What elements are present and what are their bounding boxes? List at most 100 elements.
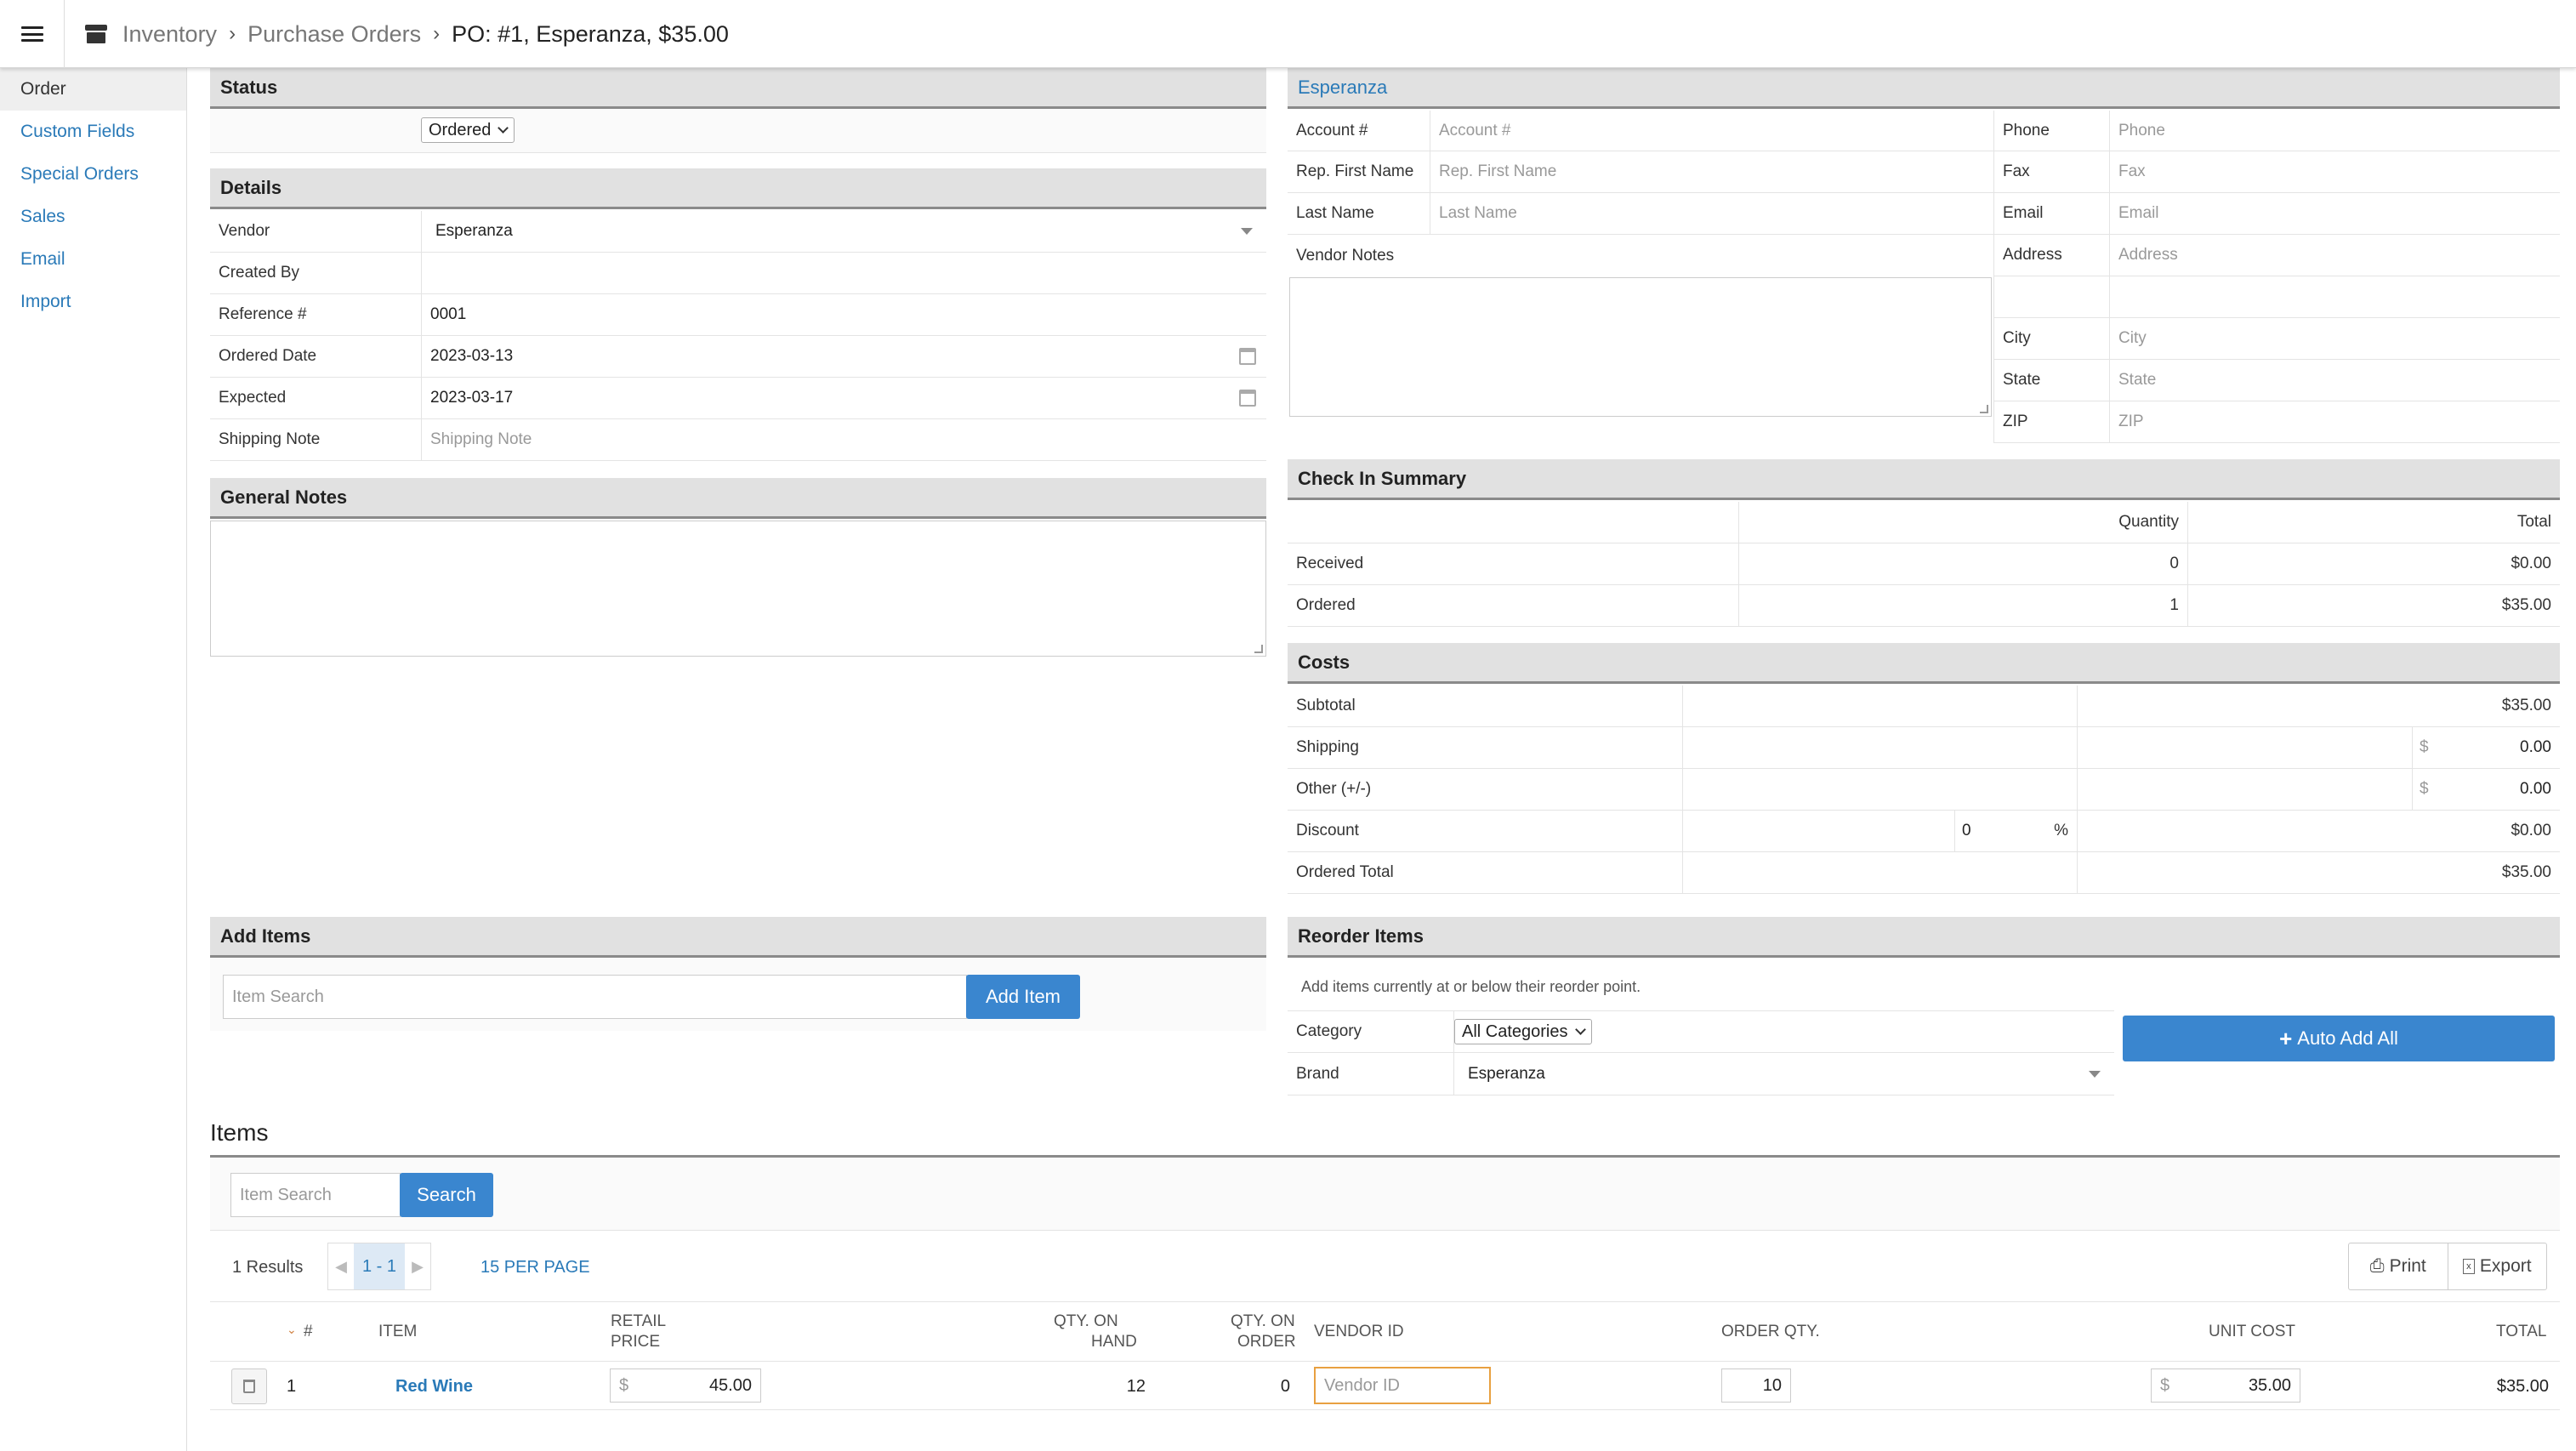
col-retail-2[interactable]: PRICE [611, 1333, 660, 1351]
sort-chevron-icon[interactable]: ⌄ [287, 1323, 297, 1337]
unit-cost-value: 35.00 [2248, 1375, 2291, 1395]
breadcrumb-inventory[interactable]: Inventory [122, 21, 217, 48]
rep-first-name-input[interactable]: Rep. First Name [1430, 151, 1993, 192]
col-qoo-1[interactable]: QTY. ON [1231, 1312, 1295, 1331]
email-input[interactable]: Email [2109, 193, 2560, 234]
brand-value: Esperanza [1468, 1064, 1545, 1083]
col-qoo-2[interactable]: ORDER [1237, 1333, 1296, 1351]
fax-label: Fax [1993, 151, 2109, 192]
export-button[interactable]: x Export [2448, 1243, 2547, 1289]
prev-page-icon[interactable]: ◀ [328, 1243, 354, 1289]
other-input[interactable]: $ 0.00 [2412, 769, 2560, 810]
zip-input[interactable]: ZIP [2109, 401, 2560, 442]
plus-icon: + [2279, 1025, 2293, 1051]
discount-value: $0.00 [2077, 811, 2560, 851]
percent-sign: % [2054, 822, 2068, 839]
fax-input[interactable]: Fax [2109, 151, 2560, 192]
sidebar-item-email[interactable]: Email [0, 238, 186, 281]
city-input[interactable]: City [2109, 318, 2560, 359]
dollar-sign: $ [619, 1375, 629, 1395]
vendor-title[interactable]: Esperanza [1288, 68, 2560, 109]
order-qty-value: 10 [1762, 1375, 1782, 1395]
vendor-select[interactable]: Esperanza [421, 211, 1266, 252]
auto-add-all-button[interactable]: + Auto Add All [2123, 1016, 2555, 1061]
col-qoh-1[interactable]: QTY. ON [1054, 1312, 1118, 1331]
items-search-input[interactable]: Item Search [230, 1173, 401, 1217]
received-qty: 0 [1738, 543, 2187, 584]
sidebar-item-import[interactable]: Import [0, 281, 186, 323]
menu-button[interactable] [0, 0, 65, 68]
expected-date-input[interactable]: 2023-03-17 [421, 378, 1266, 418]
calendar-icon[interactable] [1239, 348, 1256, 365]
unit-cost-input[interactable]: $ 35.00 [2151, 1368, 2300, 1403]
items-search-placeholder: Item Search [240, 1185, 332, 1204]
col-total[interactable]: TOTAL [2496, 1323, 2546, 1341]
sidebar-item-special-orders[interactable]: Special Orders [0, 153, 186, 196]
delete-row-button[interactable] [231, 1368, 267, 1404]
vendor-notes-textarea[interactable] [1289, 277, 1992, 417]
address-input[interactable]: Address [2109, 235, 2560, 276]
print-label: Print [2389, 1256, 2426, 1276]
col-qoh-2[interactable]: HAND [1091, 1333, 1137, 1351]
brand-label: Brand [1296, 1064, 1339, 1083]
top-bar: Inventory › Purchase Orders › PO: #1, Es… [0, 0, 2576, 68]
items-search-button[interactable]: Search [400, 1173, 493, 1217]
sidebar-item-order[interactable]: Order [0, 68, 186, 111]
breadcrumb-purchase-orders[interactable]: Purchase Orders [247, 21, 421, 48]
discount-input[interactable]: 0 % [1954, 811, 2077, 851]
breadcrumb: Inventory › Purchase Orders › PO: #1, Es… [85, 0, 729, 68]
chevron-right-icon: › [433, 22, 441, 45]
col-unit-cost[interactable]: UNIT COST [2209, 1323, 2295, 1341]
details-title: Details [210, 168, 1266, 209]
per-page-link[interactable]: 15 PER PAGE [481, 1258, 590, 1277]
general-notes-textarea[interactable] [210, 521, 1266, 657]
state-input[interactable]: State [2109, 360, 2560, 401]
page-range[interactable]: 1 - 1 [354, 1243, 405, 1289]
shipping-value: 0.00 [2520, 738, 2551, 756]
col-retail-1[interactable]: RETAIL [611, 1312, 666, 1331]
reference-input[interactable]: 0001 [421, 294, 1266, 335]
reference-value: 0001 [430, 305, 467, 323]
shipping-input[interactable]: $ 0.00 [2412, 727, 2560, 768]
calendar-icon[interactable] [1239, 390, 1256, 407]
caret-down-icon [2089, 1070, 2101, 1078]
resize-handle-icon[interactable] [1980, 405, 1988, 413]
ordered-total-value: $35.00 [2077, 852, 2560, 893]
status-select[interactable]: Ordered [421, 117, 515, 143]
status-title: Status [210, 68, 1266, 109]
address-line2-input[interactable] [2109, 276, 2560, 317]
reorder-items-panel: Reorder Items Add items currently at or … [1288, 917, 2560, 1095]
col-num[interactable]: # [304, 1323, 313, 1341]
next-page-icon[interactable]: ▶ [405, 1243, 430, 1289]
brand-select[interactable]: Esperanza [1453, 1053, 2114, 1095]
other-label: Other (+/-) [1296, 780, 1372, 798]
add-item-button[interactable]: Add Item [966, 975, 1080, 1019]
row-item-link[interactable]: Red Wine [395, 1377, 473, 1397]
created-by-label: Created By [219, 264, 300, 282]
ordered-date-input[interactable]: 2023-03-13 [421, 336, 1266, 377]
sidebar-item-sales[interactable]: Sales [0, 196, 186, 238]
retail-price-input[interactable]: $ 45.00 [610, 1368, 761, 1403]
chevron-down-icon [1574, 1024, 1586, 1035]
order-qty-input[interactable]: 10 [1721, 1368, 1791, 1403]
last-name-input[interactable]: Last Name [1430, 193, 1993, 234]
col-vendor-id[interactable]: VENDOR ID [1314, 1323, 1404, 1341]
col-order-qty[interactable]: ORDER QTY. [1721, 1323, 1820, 1341]
account-input[interactable]: Account # [1430, 111, 1993, 151]
shipping-note-input[interactable]: Shipping Note [421, 419, 1266, 460]
shipping-note-label: Shipping Note [219, 430, 321, 448]
add-item-search-input[interactable]: Item Search [223, 975, 967, 1019]
print-button[interactable]: ⎙ Print [2349, 1243, 2448, 1289]
vendor-id-input[interactable]: Vendor ID [1314, 1367, 1491, 1404]
check-in-summary-panel: Check In Summary Quantity Total Received… [1288, 459, 2560, 629]
sidebar-item-custom-fields[interactable]: Custom Fields [0, 111, 186, 153]
sidebar: Order Custom Fields Special Orders Sales… [0, 68, 187, 1451]
phone-input[interactable]: Phone [2109, 111, 2560, 151]
state-label: State [1993, 360, 2109, 401]
resize-handle-icon[interactable] [1254, 645, 1263, 653]
costs-panel: Costs Subtotal $35.00 Shipping $ 0.00 Ot… [1288, 643, 2560, 898]
created-by-value [421, 253, 1266, 293]
dollar-sign: $ [2160, 1375, 2170, 1395]
category-select[interactable]: All Categories [1454, 1019, 1592, 1044]
col-item[interactable]: ITEM [378, 1323, 417, 1341]
